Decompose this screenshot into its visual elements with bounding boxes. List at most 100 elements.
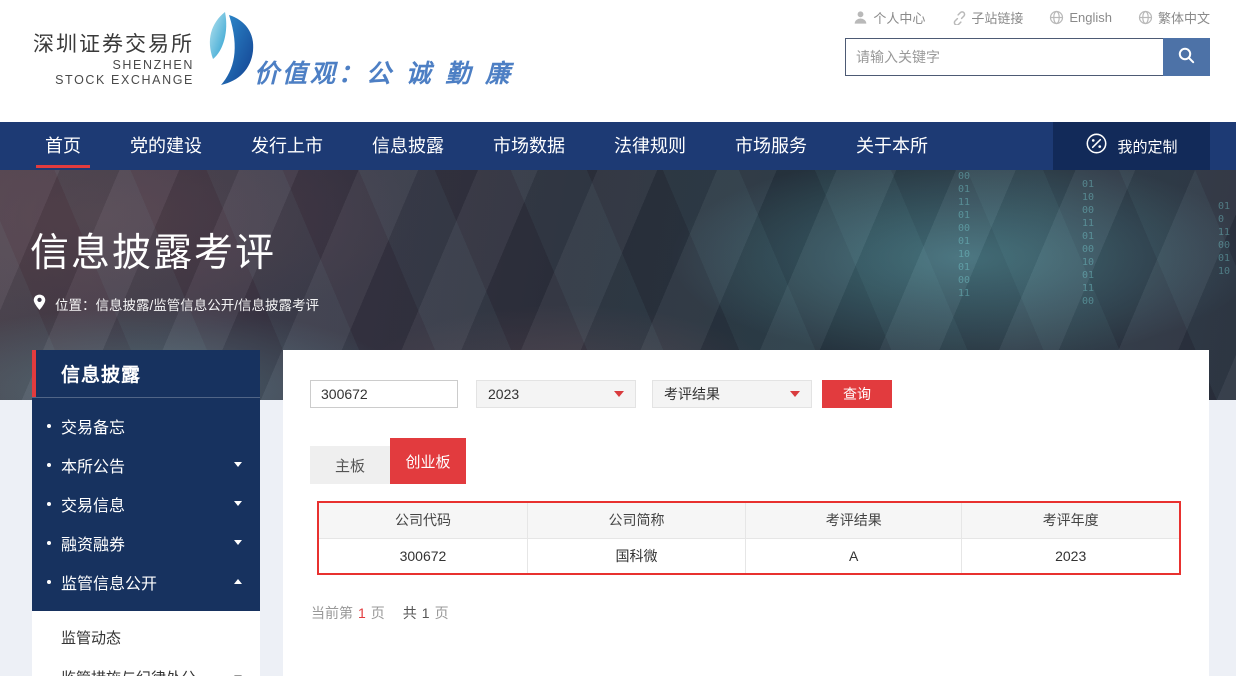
location-pin-icon: [33, 294, 46, 314]
nav-item-market-services[interactable]: 市场服务: [735, 122, 807, 170]
result-select-value: 考评结果: [664, 384, 720, 404]
main-panel: 2023 考评结果 查询 主板 创业板 公司代码 公司简称 考: [283, 350, 1209, 676]
bullet-icon: [47, 463, 51, 467]
my-customization-label: 我的定制: [1117, 136, 1177, 157]
sidebar-subitem-regulatory-measures[interactable]: 监管措施与纪律处分: [32, 657, 260, 676]
nav-item-rules[interactable]: 法律规则: [614, 122, 686, 170]
binary-decoration: 00 01 11 01 00 01 10 01 00 11: [958, 170, 970, 300]
site-search-input[interactable]: [845, 38, 1163, 76]
globe-icon: [1049, 10, 1064, 25]
column-header-company-name: 公司简称: [527, 502, 745, 538]
sidebar-submenu: 监管动态 监管措施与纪律处分: [32, 611, 260, 676]
chevron-down-icon: [614, 391, 624, 397]
table-header-row: 公司代码 公司简称 考评结果 考评年度: [318, 502, 1180, 538]
evaluation-result-table: 公司代码 公司简称 考评结果 考评年度 300672 国科微 A 2023: [317, 501, 1181, 575]
traditional-chinese-link[interactable]: 繁体中文: [1138, 8, 1210, 27]
pagination-current-page: 1: [358, 605, 366, 621]
sidebar-item-label: 监管信息公开: [61, 570, 157, 594]
chevron-down-icon: [790, 391, 800, 397]
board-tabs: 主板 创业板: [310, 438, 1181, 484]
content-area: 信息披露 交易备忘 本所公告 交易信息: [32, 350, 1209, 676]
top-header: 深圳证券交易所 SHENZHEN STOCK EXCHANGE: [0, 0, 1236, 122]
pagination-page-word: 页: [371, 605, 385, 621]
sidebar-item-exchange-notices[interactable]: 本所公告: [32, 445, 260, 484]
sidebar-subitem-label: 监管措施与纪律处分: [61, 667, 196, 676]
year-select[interactable]: 2023: [476, 380, 636, 408]
main-navigation: 首页 党的建设 发行上市 信息披露 市场数据 法律规则 市场服务 关于本所 我的…: [0, 122, 1236, 170]
customize-pen-icon: [1085, 132, 1108, 160]
traditional-chinese-label: 繁体中文: [1158, 8, 1210, 27]
cell-company-name: 国科微: [527, 538, 745, 574]
link-icon: [951, 10, 966, 25]
filter-form: 2023 考评结果 查询: [310, 380, 1181, 408]
logo-text: 深圳证券交易所 SHENZHEN STOCK EXCHANGE: [33, 28, 194, 87]
sidebar-nav: 交易备忘 本所公告 交易信息 融资融券: [32, 398, 260, 611]
personal-center-label: 个人中心: [873, 8, 925, 27]
tab-chinext[interactable]: 创业板: [390, 438, 466, 484]
globe-icon: [1138, 10, 1153, 25]
chevron-down-icon: [234, 462, 242, 467]
english-link[interactable]: English: [1049, 10, 1112, 25]
cell-evaluation-year: 2023: [962, 538, 1180, 574]
cell-company-code: 300672: [318, 538, 527, 574]
pagination-total-word: 页: [435, 605, 449, 621]
tab-main-board[interactable]: 主板: [310, 446, 390, 484]
sidebar-item-trading-memo[interactable]: 交易备忘: [32, 406, 260, 445]
page-title: 信息披露考评: [30, 222, 276, 278]
nav-item-market-data[interactable]: 市场数据: [493, 122, 565, 170]
nav-item-disclosure[interactable]: 信息披露: [372, 122, 444, 170]
logo-chinese-name: 深圳证券交易所: [33, 28, 194, 58]
pagination-current-prefix: 当前第: [311, 605, 353, 621]
logo-english-name: SHENZHEN STOCK EXCHANGE: [55, 58, 194, 87]
chevron-down-icon: [234, 501, 242, 506]
nav-item-home[interactable]: 首页: [45, 122, 81, 170]
bullet-icon: [47, 424, 51, 428]
sidebar: 信息披露 交易备忘 本所公告 交易信息: [32, 350, 260, 676]
szse-page: 深圳证券交易所 SHENZHEN STOCK EXCHANGE: [0, 0, 1236, 676]
pagination-total-prefix: 共: [403, 605, 417, 621]
result-select[interactable]: 考评结果: [652, 380, 812, 408]
nav-items: 首页 党的建设 发行上市 信息披露 市场数据 法律规则 市场服务 关于本所: [0, 122, 1236, 170]
subsite-links-link[interactable]: 子站链接: [951, 8, 1023, 27]
nav-item-listing[interactable]: 发行上市: [251, 122, 323, 170]
pagination: 当前第1页共1页: [311, 603, 1181, 623]
table-row: 300672 国科微 A 2023: [318, 538, 1180, 574]
nav-item-about[interactable]: 关于本所: [856, 122, 928, 170]
site-search: [790, 38, 1210, 76]
sidebar-item-regulatory-disclosure[interactable]: 监管信息公开: [32, 562, 260, 601]
szse-logo-mark-icon: [204, 10, 256, 91]
sidebar-item-label: 交易备忘: [61, 414, 125, 438]
sidebar-item-label: 融资融券: [61, 531, 125, 555]
top-right-area: 个人中心 子站链接 English: [790, 8, 1210, 76]
sidebar-item-trading-info[interactable]: 交易信息: [32, 484, 260, 523]
my-customization-button[interactable]: 我的定制: [1053, 122, 1210, 170]
sidebar-subitem-label: 监管动态: [61, 627, 121, 648]
column-header-company-code: 公司代码: [318, 502, 527, 538]
szse-logo[interactable]: 深圳证券交易所 SHENZHEN STOCK EXCHANGE: [33, 24, 256, 91]
company-code-input[interactable]: [310, 380, 458, 408]
breadcrumb: 位置：信息披露/监管信息公开/信息披露考评: [33, 294, 319, 314]
sidebar-subitem-regulatory-news[interactable]: 监管动态: [32, 617, 260, 657]
sidebar-title: 信息披露: [61, 360, 141, 387]
sidebar-item-margin-trading[interactable]: 融资融券: [32, 523, 260, 562]
utility-links: 个人中心 子站链接 English: [790, 8, 1210, 27]
chevron-up-icon: [234, 579, 242, 584]
bullet-icon: [47, 580, 51, 584]
search-icon: [1177, 46, 1196, 68]
site-search-button[interactable]: [1163, 38, 1210, 76]
sidebar-header: 信息披露: [32, 350, 260, 398]
year-select-value: 2023: [488, 386, 519, 402]
column-header-evaluation-year: 考评年度: [962, 502, 1180, 538]
sidebar-item-label: 本所公告: [61, 453, 125, 477]
sidebar-item-label: 交易信息: [61, 492, 125, 516]
query-button[interactable]: 查询: [822, 380, 892, 408]
personal-center-link[interactable]: 个人中心: [853, 8, 925, 27]
values-slogan: 价值观：公 诚 勤 廉: [254, 54, 513, 90]
binary-decoration: 01 0 11 00 01 10: [1218, 200, 1230, 278]
cell-evaluation-result: A: [746, 538, 962, 574]
breadcrumb-text: 位置：信息披露/监管信息公开/信息披露考评: [55, 294, 319, 314]
nav-item-party-building[interactable]: 党的建设: [130, 122, 202, 170]
column-header-evaluation-result: 考评结果: [746, 502, 962, 538]
subsite-links-label: 子站链接: [971, 8, 1023, 27]
chevron-down-icon: [234, 540, 242, 545]
